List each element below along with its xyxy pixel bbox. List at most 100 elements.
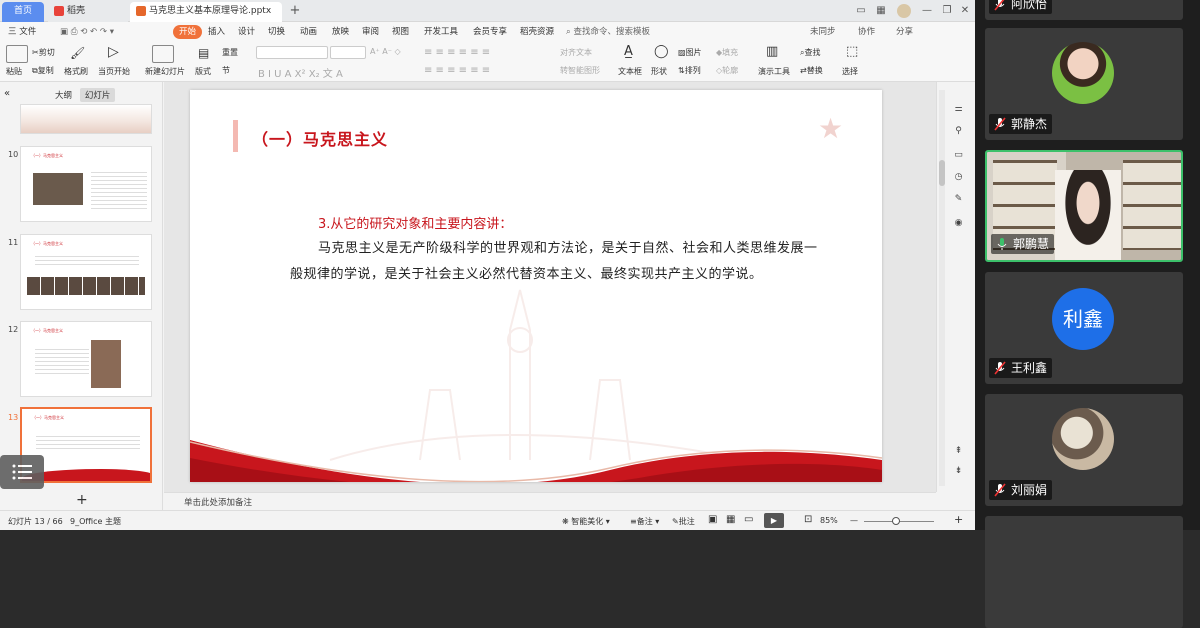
sliders-icon[interactable]: ⚌ — [953, 104, 964, 115]
font-grow-shrink-icons[interactable]: A⁺ A⁻ ◇ — [370, 47, 401, 56]
tab-home[interactable]: 首页 — [2, 2, 44, 22]
participant-tile[interactable]: 利鑫 王利鑫 — [985, 272, 1183, 384]
menu-slideshow[interactable]: 放映 — [332, 25, 349, 39]
zoom-slider[interactable] — [864, 517, 934, 525]
from-current-button[interactable]: 当页开始 — [98, 66, 130, 77]
section-button[interactable]: 节 — [222, 65, 230, 76]
edit-icon[interactable]: ✎ — [953, 194, 964, 205]
smart-beautify-button[interactable]: ❋ 智能美化 ▾ — [562, 516, 610, 527]
copy-button[interactable]: ⧉复制 — [32, 65, 54, 76]
user-avatar[interactable] — [897, 4, 911, 18]
zoom-slider-thumb[interactable] — [892, 517, 900, 525]
arrange-button[interactable]: ⇅排列 — [678, 65, 701, 76]
paste-button[interactable]: 粘贴 — [6, 66, 22, 77]
clock-icon[interactable]: ◷ — [953, 172, 964, 183]
zoom-in-icon[interactable]: + — [954, 513, 963, 526]
restore-icon[interactable]: ❐ — [940, 4, 954, 18]
menu-home[interactable]: 开始 — [173, 25, 203, 39]
comments-button[interactable]: ✎批注 — [672, 516, 695, 527]
find-button[interactable]: ⌕查找 — [800, 47, 820, 58]
reset-button[interactable]: 重置 — [222, 47, 238, 58]
presenter-tools-button[interactable]: 演示工具 — [758, 66, 790, 77]
close-icon[interactable]: ✕ — [958, 4, 972, 18]
align-icons[interactable]: ≡ ≡ ≡ ≡ ≡ ≡ — [424, 65, 490, 76]
notes-pane[interactable]: 单击此处添加备注 — [164, 492, 936, 510]
menu-animation[interactable]: 动画 — [300, 25, 317, 39]
shape-button[interactable]: 形状 — [651, 66, 667, 77]
scrollbar-thumb[interactable] — [939, 160, 945, 186]
share-button[interactable]: 分享 — [896, 25, 913, 39]
tab-document[interactable]: 马克思主义基本原理导论.pptx ● — [130, 2, 282, 34]
zoom-out-icon[interactable]: — — [850, 516, 858, 525]
new-slide-icon[interactable] — [152, 45, 174, 63]
floating-menu-button[interactable] — [0, 455, 44, 489]
tab-docer[interactable]: 稻壳 — [48, 2, 128, 22]
quick-access-icons[interactable]: ▣ ⎙ ⟲ ↶ ↷ ▾ — [60, 25, 114, 39]
minimize-icon[interactable]: — — [920, 4, 934, 18]
select-button[interactable]: 选择 — [842, 66, 858, 77]
slide-thumbnail-12[interactable]: （一）马克思主义 — [20, 321, 152, 397]
add-slide-button[interactable]: + — [76, 492, 88, 508]
cut-button[interactable]: ✂剪切 — [32, 47, 55, 58]
sync-status[interactable]: 未同步 — [810, 25, 836, 39]
slide-body-text[interactable]: 马克思主义是无产阶级科学的世界观和方法论，是关于自然、社会和人类思维发展一般规律… — [290, 236, 830, 288]
menu-view[interactable]: 视图 — [392, 25, 409, 39]
collaborate-button[interactable]: 协作 — [858, 25, 875, 39]
menu-member[interactable]: 会员专享 — [473, 25, 507, 39]
location-icon[interactable]: ◉ — [953, 218, 964, 229]
menu-insert[interactable]: 插入 — [208, 25, 225, 39]
paste-icon[interactable] — [6, 45, 28, 63]
current-slide[interactable]: （一）马克思主义 ★ 3.从它的研究对象和主要内容讲： 马克思主义是无产阶级科学… — [190, 90, 882, 482]
new-slide-button[interactable]: 新建幻灯片 — [145, 66, 185, 77]
scroll-up-icon[interactable]: ⇞ — [953, 446, 964, 457]
pptx-icon — [136, 5, 146, 16]
window-icon[interactable]: ▭ — [953, 150, 964, 161]
format-painter-button[interactable]: 格式刷 — [64, 66, 88, 77]
slide-sorter-icon[interactable]: ▦ — [726, 514, 735, 525]
replace-button[interactable]: ⇄替换 — [800, 65, 823, 76]
participant-tile[interactable]: 刘丽娟 — [985, 394, 1183, 506]
tab-outline[interactable]: 大纲 — [50, 88, 77, 102]
zoom-level[interactable]: 85% — [820, 516, 838, 525]
file-menu[interactable]: 三 文件 — [8, 25, 36, 39]
fill-button[interactable]: ◆填充 — [716, 47, 738, 58]
menu-docer-resources[interactable]: 稻壳资源 — [520, 25, 554, 39]
menu-transition[interactable]: 切换 — [268, 25, 285, 39]
menu-design[interactable]: 设计 — [238, 25, 255, 39]
paragraph-icons[interactable]: ≡ ≡ ≡ ≡ ≡ ≡ — [424, 47, 490, 58]
participant-name: 郭静杰 — [1011, 117, 1048, 131]
tab-slides[interactable]: 幻灯片 — [79, 88, 116, 102]
participant-tile-speaking[interactable]: 郭鹏慧 — [985, 150, 1183, 262]
command-search[interactable]: ⌕ 查找命令、搜索模板 — [566, 25, 650, 39]
notes-button[interactable]: ≡备注 ▾ — [630, 516, 659, 527]
layout-button[interactable]: 版式 — [195, 66, 211, 77]
fit-window-icon[interactable]: ⊡ — [804, 514, 812, 525]
new-tab-icon[interactable]: + — [288, 4, 302, 18]
window-layout-icon[interactable]: ▭ — [854, 4, 868, 18]
picture-button[interactable]: ▨图片 — [678, 47, 702, 58]
grid-icon[interactable]: ▦ — [874, 4, 888, 18]
play-slideshow-button[interactable]: ▶ — [764, 513, 784, 528]
vertical-scrollbar[interactable] — [939, 90, 945, 486]
reading-view-icon[interactable]: ▭ — [744, 514, 753, 525]
menu-developer[interactable]: 开发工具 — [424, 25, 458, 39]
slide-thumbnail-11[interactable]: （一）马克思主义 — [20, 234, 152, 310]
textbox-button[interactable]: 文本框 — [618, 66, 642, 77]
participant-tile[interactable]: 郭静杰 — [985, 28, 1183, 140]
font-size-select[interactable] — [330, 46, 366, 59]
outline-button[interactable]: ◇轮廓 — [716, 65, 738, 76]
collapse-panel-icon[interactable]: « — [4, 88, 10, 99]
font-family-select[interactable] — [256, 46, 328, 59]
scroll-down-icon[interactable]: ⇟ — [953, 466, 964, 477]
font-style-icons[interactable]: B I U A X² X₂ 文 A — [258, 65, 343, 80]
normal-view-icon[interactable]: ▣ — [708, 514, 717, 525]
participant-tile[interactable] — [985, 516, 1183, 628]
pin-icon[interactable]: ⚲ — [953, 126, 964, 137]
slide-thumbnail-10[interactable]: （一）马克思主义 — [20, 146, 152, 222]
play-icon[interactable]: ▷ — [108, 44, 119, 60]
menu-review[interactable]: 审阅 — [362, 25, 379, 39]
participant-tile[interactable]: 阿欣怡 — [985, 0, 1183, 20]
slide-thumbnail-9[interactable] — [20, 104, 152, 134]
text-align-button[interactable]: 对齐文本 — [560, 47, 592, 58]
convert-smartart-button[interactable]: 转智能图形 — [560, 65, 600, 76]
